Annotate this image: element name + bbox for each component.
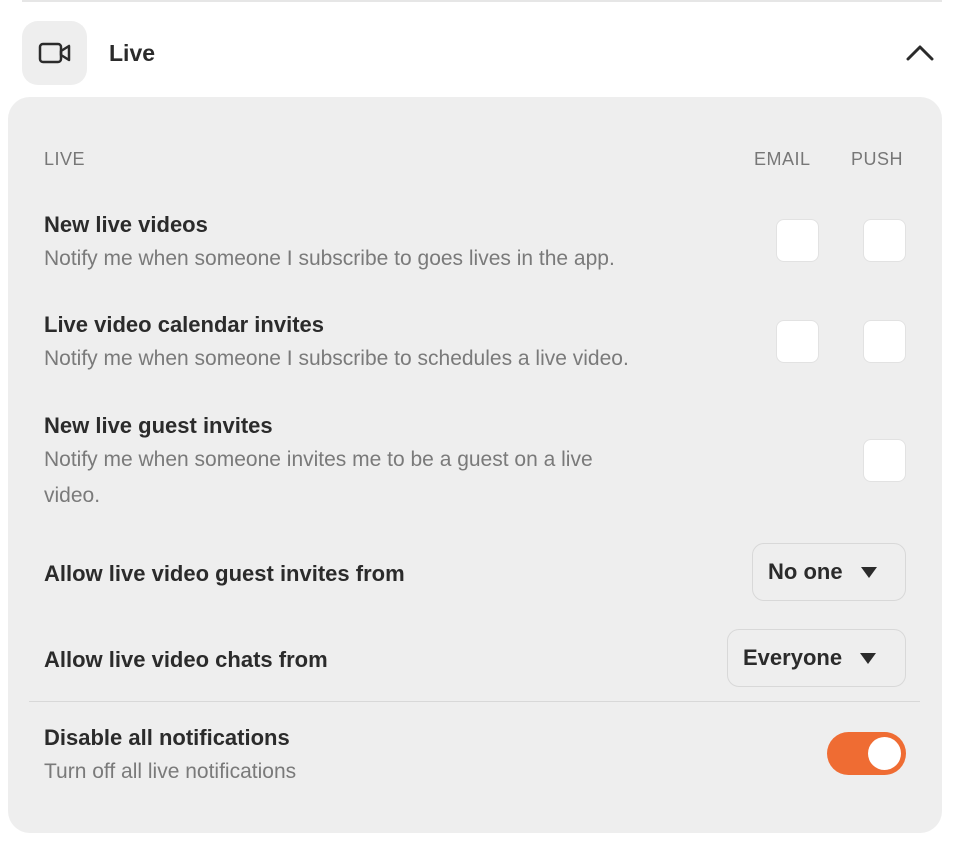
top-divider <box>22 0 942 2</box>
chats-from-select[interactable]: Everyone <box>727 629 906 687</box>
new-live-videos-push-checkbox[interactable] <box>863 219 906 262</box>
new-guest-invites-push-checkbox[interactable] <box>863 439 906 482</box>
caret-down-icon <box>860 566 877 578</box>
live-calendar-invites-desc: Notify me when someone I subscribe to sc… <box>44 347 629 370</box>
chevron-up-icon[interactable] <box>906 41 934 65</box>
disable-all-toggle[interactable] <box>827 732 906 775</box>
push-column-header: PUSH <box>851 149 904 169</box>
email-column-header: EMAIL <box>754 149 811 169</box>
disable-all-title: Disable all notifications <box>44 725 290 750</box>
new-live-videos-email-checkbox[interactable] <box>776 219 819 262</box>
guest-invites-from-label: Allow live video guest invites from <box>44 561 405 586</box>
chats-from-label: Allow live video chats from <box>44 647 328 672</box>
section-label: LIVE <box>44 149 86 169</box>
disable-all-desc: Turn off all live notifications <box>44 760 297 783</box>
divider <box>29 701 920 702</box>
video-camera-icon <box>22 21 87 85</box>
guest-invites-from-select[interactable]: No one <box>752 543 906 601</box>
section-title: Live <box>109 40 156 66</box>
toggle-knob <box>868 737 901 770</box>
new-live-videos-desc: Notify me when someone I subscribe to go… <box>44 247 615 270</box>
live-settings-panel: LIVE EMAIL PUSH New live videos Notify m… <box>8 97 942 833</box>
new-live-videos-title: New live videos <box>44 212 208 237</box>
caret-down-icon <box>860 652 877 664</box>
guest-invites-from-value: No one <box>768 559 843 584</box>
new-guest-invites-desc-line1: Notify me when someone invites me to be … <box>44 448 593 471</box>
live-calendar-invites-push-checkbox[interactable] <box>863 320 906 363</box>
new-guest-invites-desc-line2: video. <box>44 484 101 507</box>
new-guest-invites-title: New live guest invites <box>44 413 273 438</box>
live-section-header[interactable]: Live <box>22 21 942 85</box>
live-calendar-invites-title: Live video calendar invites <box>44 312 325 337</box>
chats-from-value: Everyone <box>743 645 843 670</box>
live-calendar-invites-email-checkbox[interactable] <box>776 320 819 363</box>
